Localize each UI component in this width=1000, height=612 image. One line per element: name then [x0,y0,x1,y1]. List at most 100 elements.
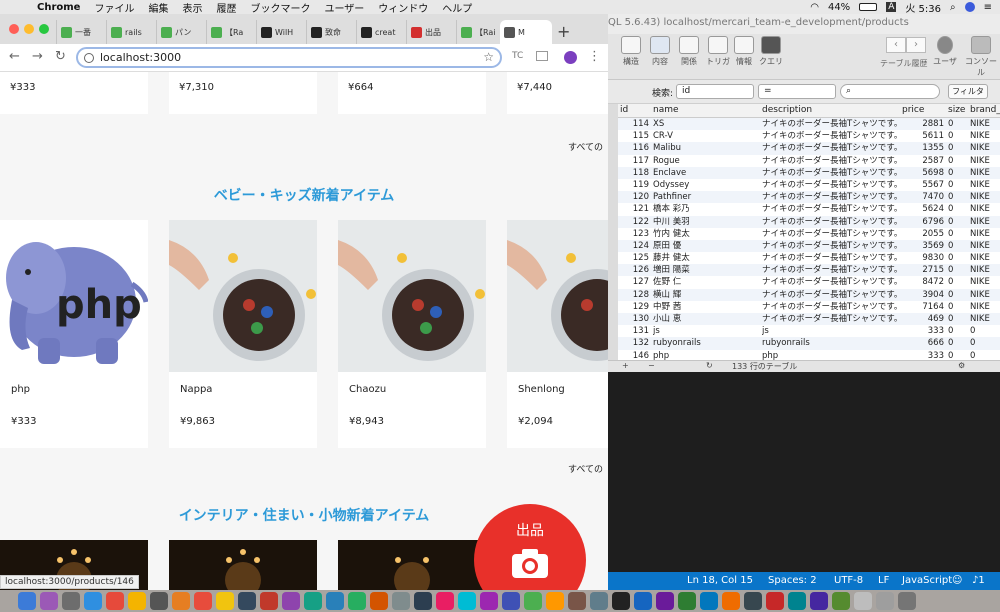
zoom-window-icon[interactable] [39,24,49,34]
dock-app-icon[interactable] [414,592,432,610]
reload-icon[interactable]: ↻ [55,49,66,64]
vscode-editor-area[interactable] [608,372,1000,572]
dock-app-icon[interactable] [524,592,542,610]
dock-app-icon[interactable] [304,592,322,610]
interior-card[interactable] [169,540,317,590]
user-avatar-icon[interactable] [964,2,975,12]
file-encoding[interactable]: UTF-8 [834,575,863,586]
browser-tab[interactable]: rails [106,20,156,44]
dock-app-icon[interactable] [62,592,80,610]
table-row[interactable]: 125 藤井 健太 ナイキのボーダー長袖Tシャツです。 9830 0 NIKE [618,252,1000,264]
top-card[interactable]: ¥7,310 [169,72,317,114]
menu-users[interactable]: ユーザー [317,0,371,15]
refresh-icon[interactable]: ↻ [706,361,713,370]
language-mode[interactable]: JavaScript [902,575,952,586]
browser-tab[interactable]: creat [356,20,406,44]
dock-app-icon[interactable] [392,592,410,610]
table-row[interactable]: 117 Rogue ナイキのボーダー長袖Tシャツです。 2587 0 NIKE [618,155,1000,167]
table-row[interactable]: 124 原田 優 ナイキのボーダー長袖Tシャツです。 3569 0 NIKE [618,239,1000,253]
forward-icon[interactable]: → [32,49,43,64]
table-row[interactable]: 116 Malibu ナイキのボーダー長袖Tシャツです。 1355 0 NIKE [618,142,1000,155]
table-row[interactable]: 119 Odyssey ナイキのボーダー長袖Tシャツです。 5567 0 NIKE [618,179,1000,191]
dock-app-icon[interactable] [744,592,762,610]
back-arrow-icon[interactable]: ‹ [886,37,906,53]
profile-avatar-icon[interactable] [564,51,577,64]
browser-tab[interactable]: パン [156,20,206,44]
top-card[interactable]: ¥664 [338,72,486,114]
column-header-id[interactable]: id [618,104,653,117]
dock-app-icon[interactable] [40,592,58,610]
browser-tab[interactable]: WilH [256,20,306,44]
browser-tab[interactable]: 【Rai [456,20,506,44]
menu-view[interactable]: 表示 [175,0,209,15]
dock-app-icon[interactable] [876,592,894,610]
see-all-link[interactable]: すべての [568,140,603,153]
product-card-php[interactable]: php php ¥333 [0,220,148,448]
query-tab-button[interactable]: クエリ [756,36,786,67]
filter-operator-select[interactable]: = [758,84,836,99]
dock-app-icon[interactable] [546,592,564,610]
extension-cast-icon[interactable] [536,51,548,61]
dock-app-icon[interactable] [612,592,630,610]
dock-app-icon[interactable] [194,592,212,610]
table-row[interactable]: 131 js js 333 0 0 [618,325,1000,337]
bookmark-star-icon[interactable]: ☆ [483,50,494,64]
dock-app-icon[interactable] [84,592,102,610]
chrome-menu-icon[interactable]: ⋮ [588,49,601,64]
dock-app-icon[interactable] [634,592,652,610]
see-all-link[interactable]: すべての [568,462,603,475]
dock-app-icon[interactable] [348,592,366,610]
menu-file[interactable]: ファイル [87,0,141,15]
dock-app-icon[interactable] [326,592,344,610]
dock-app-icon[interactable] [260,592,278,610]
menu-clock[interactable]: 火 5:36 [905,0,941,15]
filter-field-select[interactable]: id [676,84,754,99]
dock-app-icon[interactable] [700,592,718,610]
filter-value-input[interactable]: ⌕ [840,84,940,99]
back-icon[interactable]: ← [9,49,20,64]
site-info-icon[interactable] [84,53,94,63]
product-card-shenlong[interactable]: Shenlong ¥2,094 [507,220,608,448]
extension-tc-icon[interactable]: TC [512,51,523,61]
column-header-size[interactable]: size [948,104,970,117]
browser-tab[interactable]: 【Ra [206,20,256,44]
dock-app-icon[interactable] [370,592,388,610]
product-card-nappa[interactable]: Nappa ¥9,863 [169,220,317,448]
input-mode-indicator[interactable]: A [886,2,897,12]
dock-app-icon[interactable] [172,592,190,610]
browser-tab[interactable]: 一番 [56,20,106,44]
dock-app-icon[interactable] [282,592,300,610]
top-card[interactable]: ¥333 [0,72,148,114]
product-card-chaozu[interactable]: Chaozu ¥8,943 [338,220,486,448]
browser-tab[interactable]: M [500,20,552,44]
dock-app-icon[interactable] [106,592,124,610]
menu-bookmarks[interactable]: ブックマーク [243,0,317,15]
column-header-brand[interactable]: brand_na [970,104,1000,117]
wifi-icon[interactable]: ◠ [810,2,819,13]
dock-app-icon[interactable] [788,592,806,610]
feedback-smiley-icon[interactable]: ☺ [952,575,962,586]
dock-app-icon[interactable] [656,592,674,610]
dock-app-icon[interactable] [722,592,740,610]
browser-tab[interactable]: 致命 [306,20,356,44]
info-tab-button[interactable]: 情報 [729,36,759,67]
dock-app-icon[interactable] [458,592,476,610]
column-header-price[interactable]: price [902,104,948,117]
table-row[interactable]: 120 Pathfiner ナイキのボーダー長袖Tシャツです。 7470 0 NIKE [618,191,1000,204]
line-ending[interactable]: LF [878,575,889,586]
table-row[interactable]: 118 Enclave ナイキのボーダー長袖Tシャツです。 5698 0 NIKE [618,166,1000,179]
spotlight-icon[interactable]: ⌕ [950,2,956,13]
dock-app-icon[interactable] [216,592,234,610]
dock-app-icon[interactable] [150,592,168,610]
column-header-description[interactable]: description [762,104,902,117]
filter-button[interactable]: フィルタ [948,84,988,99]
table-row[interactable]: 127 佐野 仁 ナイキのボーダー長袖Tシャツです。 8472 0 NIKE [618,276,1000,288]
table-row[interactable]: 126 増田 陽菜 ナイキのボーダー長袖Tシャツです。 2715 0 NIKE [618,264,1000,277]
dock-app-icon[interactable] [128,592,146,610]
dock-app-icon[interactable] [568,592,586,610]
forward-arrow-icon[interactable]: › [906,37,926,53]
dock-app-icon[interactable] [436,592,454,610]
dock-app-icon[interactable] [898,592,916,610]
menu-edit[interactable]: 編集 [141,0,175,15]
content-tab-button[interactable]: 内容 [645,36,675,67]
